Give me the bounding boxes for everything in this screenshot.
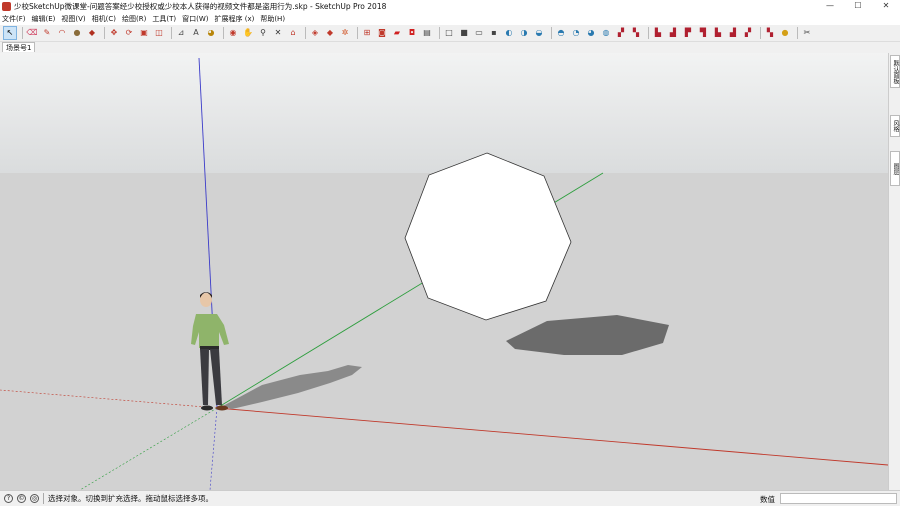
default-tray: 默认面板 风格 图层	[888, 53, 900, 490]
style-wireframe-icon[interactable]: ◒	[533, 27, 545, 39]
toolbar-separator	[551, 27, 552, 39]
component-tool-icon[interactable]: ⊞	[361, 27, 373, 39]
measurements-input[interactable]	[780, 493, 897, 504]
status-bar: ? © ◎ 选择对象。切换到扩充选择。拖动鼠标选择多项。 数值	[0, 490, 900, 506]
plugin-tool-2-icon[interactable]: ✂	[801, 27, 813, 39]
toolbar-separator	[171, 27, 172, 39]
view-iso-icon[interactable]: ▤	[421, 27, 433, 39]
solid-tool-4-icon[interactable]: ▟	[727, 27, 739, 39]
toolbar-separator	[357, 27, 358, 39]
toolbar-separator	[648, 27, 649, 39]
sandbox-tool-1-icon[interactable]: ▞	[615, 27, 627, 39]
settings-tool-icon[interactable]: ✲	[339, 27, 351, 39]
tray-tab-styles[interactable]: 风格	[890, 115, 900, 137]
shapes-tool-icon[interactable]: ●	[71, 27, 83, 39]
offset-tool-icon[interactable]: ◫	[153, 27, 165, 39]
zoom-extents-tool-icon[interactable]: ✕	[272, 27, 284, 39]
camera-tool-icon[interactable]: ◘	[406, 27, 418, 39]
measurements-label: 数值	[760, 495, 775, 504]
scale-tool-icon[interactable]: ▣	[138, 27, 150, 39]
arc-tool-icon[interactable]: ◠	[56, 27, 68, 39]
extension-tool-icon[interactable]: ◆	[324, 27, 336, 39]
plugin-tool-1-icon[interactable]: ●	[779, 27, 791, 39]
view-back-icon[interactable]: ▪	[488, 27, 500, 39]
toolbar-separator	[760, 27, 761, 39]
menu-bar: 文件(F) 编辑(E) 视图(V) 相机(C) 绘图(R) 工具(T) 窗口(W…	[0, 13, 900, 25]
credits-icon[interactable]: ©	[17, 494, 26, 503]
menu-camera[interactable]: 相机(C)	[92, 14, 116, 24]
orbit-tool-icon[interactable]: ◉	[227, 27, 239, 39]
status-message: 选择对象。切换到扩充选择。拖动鼠标选择多项。	[48, 494, 213, 503]
push-pull-tool-icon[interactable]: ◆	[86, 27, 98, 39]
solid-tool-3-icon[interactable]: ▙	[712, 27, 724, 39]
tape-measure-tool-icon[interactable]: ⊿	[175, 27, 187, 39]
status-divider	[43, 493, 44, 504]
main-toolbar: ↖ ⌫ ✎ ◠ ● ◆ ✥ ⟳ ▣ ◫ ⊿ A ◕ ◉ ✋ ⚲ ✕ ⌂ ◈ ◆ ✲ ⊞ ◙ ▰ ◘ ▤ □ ■ ▭ ▪ ◐ ◑ ◒ ◓ ◔ ◕ ◍ ▞ ▚ ▙…	[0, 25, 900, 42]
solid-tool-5-icon[interactable]: ▞	[742, 27, 754, 39]
menu-draw[interactable]: 绘图(R)	[122, 14, 146, 24]
toolbar-separator	[223, 27, 224, 39]
style-shaded-icon[interactable]: ◔	[570, 27, 582, 39]
sandbox-tool-2-icon[interactable]: ▚	[630, 27, 642, 39]
folder-tool-icon[interactable]: ▰	[391, 27, 403, 39]
menu-view[interactable]: 视图(V)	[61, 14, 85, 24]
tray-tab-default[interactable]: 默认面板	[890, 55, 900, 88]
toolbar-separator	[797, 27, 798, 39]
menu-extensions[interactable]: 扩展程序 (x)	[214, 14, 254, 24]
share-tool-icon[interactable]: ◈	[309, 27, 321, 39]
scene-tab-bar: 场景号1	[0, 42, 900, 52]
viewport-canvas[interactable]	[0, 53, 888, 490]
tray-tab-layers[interactable]: 图层	[890, 151, 900, 186]
sandbox-tool-3-icon[interactable]: ▙	[652, 27, 664, 39]
move-tool-icon[interactable]: ✥	[108, 27, 120, 39]
solid-tool-2-icon[interactable]: ▜	[697, 27, 709, 39]
menu-window[interactable]: 窗口(W)	[182, 14, 208, 24]
select-tool-icon[interactable]: ↖	[3, 26, 17, 40]
toolbar-separator	[305, 27, 306, 39]
menu-help[interactable]: 帮助(H)	[260, 14, 285, 24]
style-hidden-line-icon[interactable]: ◓	[555, 27, 567, 39]
window-controls: — ☐ ✕	[816, 0, 900, 13]
user-icon[interactable]: ◎	[30, 494, 39, 503]
menu-file[interactable]: 文件(F)	[2, 14, 26, 24]
minimize-button[interactable]: —	[816, 0, 844, 13]
section-tool-icon[interactable]: ◙	[376, 27, 388, 39]
solid-tool-6-icon[interactable]: ▚	[764, 27, 776, 39]
sandbox-tool-4-icon[interactable]: ▟	[667, 27, 679, 39]
maximize-button[interactable]: ☐	[844, 0, 872, 13]
style-xray-icon[interactable]: ◐	[503, 27, 515, 39]
line-tool-icon[interactable]: ✎	[41, 27, 53, 39]
toolbar-separator	[22, 27, 23, 39]
paint-bucket-tool-icon[interactable]: ◕	[205, 27, 217, 39]
view-right-icon[interactable]: ▭	[473, 27, 485, 39]
warehouse-tool-icon[interactable]: ⌂	[287, 27, 299, 39]
view-top-icon[interactable]: □	[443, 27, 455, 39]
menu-edit[interactable]: 编辑(E)	[32, 14, 56, 24]
style-monochrome-icon[interactable]: ◍	[600, 27, 612, 39]
close-button[interactable]: ✕	[872, 0, 900, 13]
title-bar: 少校SketchUp微课堂-问题答案经少校授权或少校本人获得的视频文件都是盗用行…	[0, 0, 900, 13]
sketchup-logo-icon	[2, 2, 11, 11]
toolbar-separator	[439, 27, 440, 39]
text-tool-icon[interactable]: A	[190, 27, 202, 39]
sky	[0, 53, 888, 173]
window-title: 少校SketchUp微课堂-问题答案经少校授权或少校本人获得的视频文件都是盗用行…	[14, 2, 387, 11]
solid-tool-1-icon[interactable]: ▛	[682, 27, 694, 39]
style-back-edges-icon[interactable]: ◑	[518, 27, 530, 39]
modeling-viewport[interactable]	[0, 53, 888, 490]
rotate-tool-icon[interactable]: ⟳	[123, 27, 135, 39]
scene-tab-1[interactable]: 场景号1	[2, 42, 36, 52]
view-front-icon[interactable]: ■	[458, 27, 470, 39]
eraser-tool-icon[interactable]: ⌫	[26, 27, 38, 39]
style-textured-icon[interactable]: ◕	[585, 27, 597, 39]
zoom-tool-icon[interactable]: ⚲	[257, 27, 269, 39]
menu-tools[interactable]: 工具(T)	[152, 14, 176, 24]
pan-tool-icon[interactable]: ✋	[242, 27, 254, 39]
geo-location-icon[interactable]: ?	[4, 494, 13, 503]
toolbar-separator	[104, 27, 105, 39]
